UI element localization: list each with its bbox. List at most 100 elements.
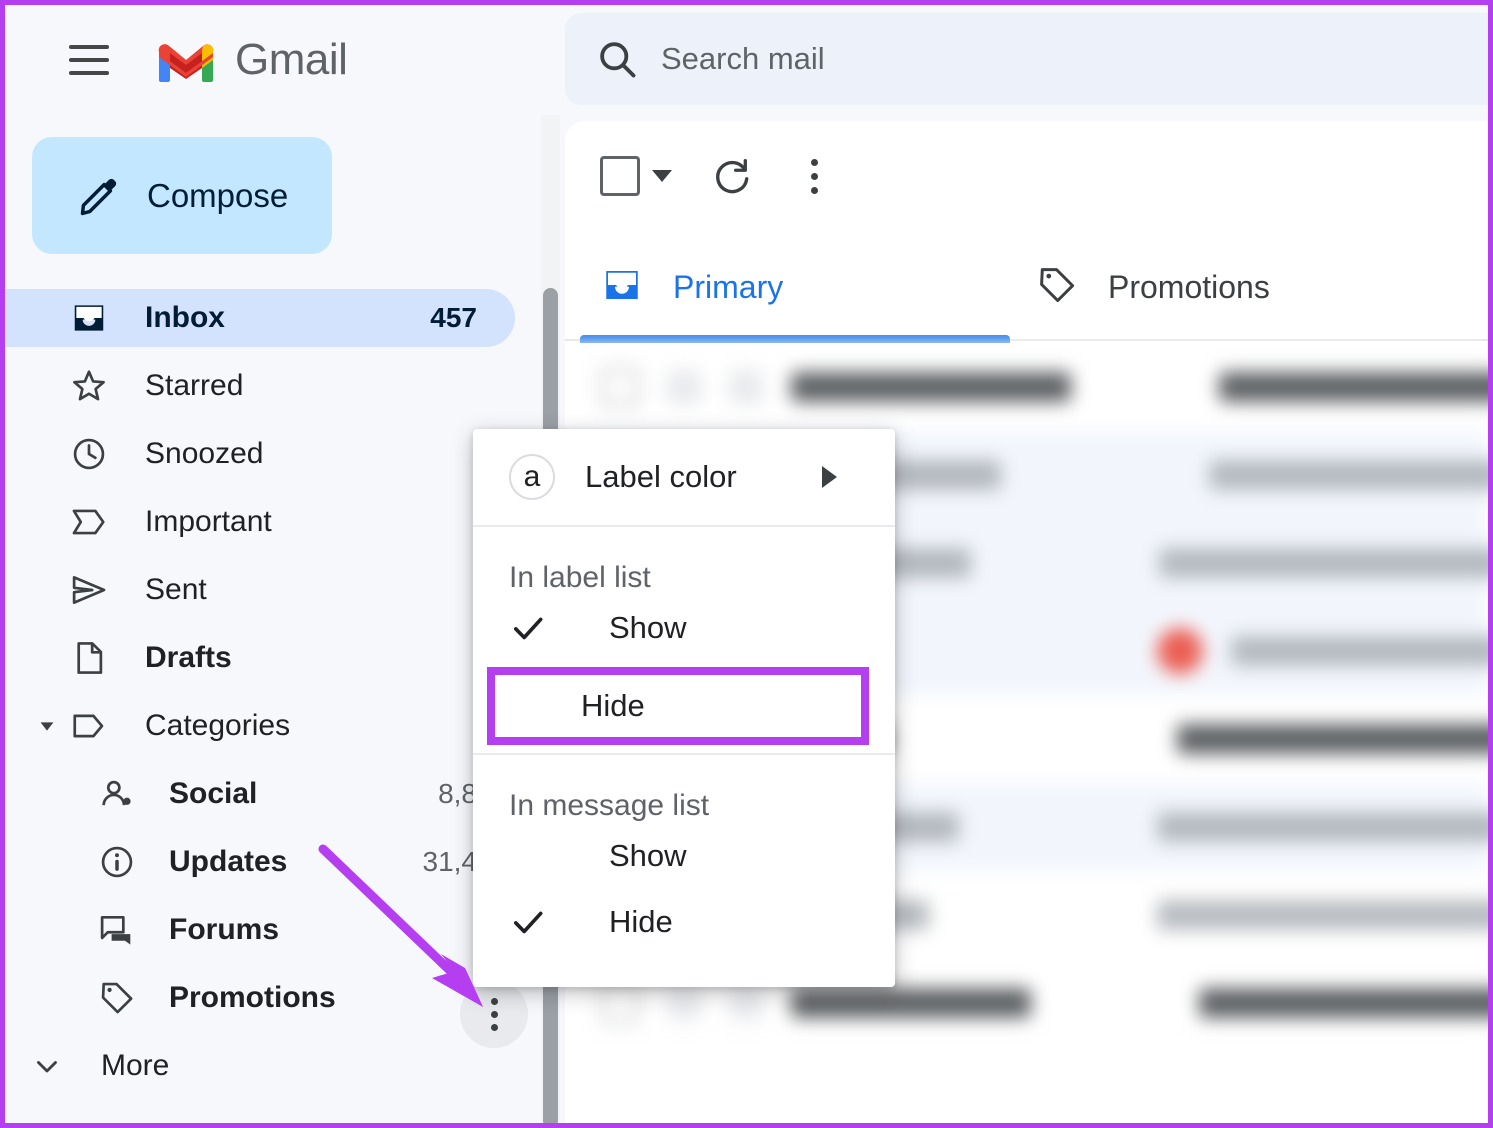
pencil-icon (80, 178, 117, 215)
subject-line (1209, 460, 1488, 490)
menu-option-label: Show (609, 610, 687, 645)
social-count: 8,8 (438, 778, 477, 809)
app-header: Gmail (5, 5, 1488, 115)
important-icon[interactable] (729, 370, 763, 404)
check-icon (509, 903, 553, 941)
search-icon (600, 42, 636, 78)
sidebar-item-starred[interactable]: Starred (5, 357, 515, 415)
inbox-icon (67, 299, 111, 337)
sender-name (791, 988, 1031, 1018)
sidebar-item-label: Important (145, 505, 272, 538)
sidebar-item-updates[interactable]: Updates 31,4 (5, 833, 515, 891)
tab-label: Primary (673, 268, 784, 305)
compose-label: Compose (147, 176, 289, 214)
sidebar-item-social[interactable]: Social 8,8 (5, 765, 515, 823)
menu-item-label-color[interactable]: a Label color (473, 429, 895, 525)
label-color-swatch-icon: a (509, 454, 555, 500)
sidebar-item-promotions[interactable]: Promotions (5, 969, 515, 1027)
avatar (1157, 628, 1203, 674)
important-icon[interactable] (729, 986, 763, 1020)
gmail-logo[interactable]: Gmail (155, 35, 348, 85)
subject-line (1177, 724, 1488, 754)
subject-line (1231, 636, 1488, 666)
sidebar-item-snoozed[interactable]: Snoozed (5, 425, 515, 483)
sidebar-item-drafts[interactable]: Drafts (5, 629, 515, 687)
label-tag-icon (67, 707, 111, 745)
compose-button[interactable]: Compose (32, 137, 332, 254)
gmail-wordmark: Gmail (235, 35, 348, 84)
draft-icon (67, 639, 111, 677)
star-icon (67, 367, 111, 405)
menu-option-show-in-message-list[interactable]: Show (473, 823, 895, 889)
subject-line (1159, 548, 1488, 578)
send-icon (67, 571, 111, 609)
sidebar-item-label: Inbox (145, 301, 225, 334)
mail-toolbar (565, 121, 1488, 231)
sidebar-item-categories[interactable]: Categories (5, 697, 515, 755)
more-vertical-icon[interactable] (792, 154, 836, 198)
hamburger-icon[interactable] (65, 36, 113, 84)
search-input[interactable] (661, 41, 1361, 77)
sidebar-overflow-button[interactable] (460, 980, 528, 1048)
tab-label: Promotions (1108, 268, 1270, 305)
check-icon (509, 609, 553, 647)
table-row[interactable] (565, 343, 1488, 431)
sidebar-item-label: Updates (169, 845, 288, 878)
sidebar-item-label: Snoozed (145, 437, 264, 470)
menu-option-label: Hide (581, 688, 645, 723)
inbox-count: 457 (430, 302, 477, 333)
star-icon[interactable] (667, 370, 701, 404)
subject-line (1157, 900, 1488, 930)
menu-option-hide-in-message-list[interactable]: Hide (473, 889, 895, 955)
inbox-icon (601, 264, 643, 311)
price-tag-icon (1036, 264, 1078, 311)
gmail-m-logo (158, 44, 214, 82)
row-checkbox[interactable] (601, 368, 639, 406)
sidebar-item-important[interactable]: Important (5, 493, 515, 551)
menu-option-show-in-label-list[interactable]: Show (473, 595, 895, 661)
inbox-tabs: Primary Promotions (565, 231, 1488, 343)
sidebar-item-sent[interactable]: Sent (5, 561, 515, 619)
important-icon (67, 503, 111, 541)
updates-count: 31,4 (422, 846, 478, 877)
menu-option-hide-in-label-list[interactable]: Hide (487, 667, 869, 745)
menu-option-label: Show (609, 838, 687, 873)
subject-line (1157, 812, 1488, 842)
label-context-menu: a Label color In label list Show Hide In… (473, 429, 895, 987)
menu-item-label: Label color (585, 459, 737, 494)
forum-icon (95, 911, 139, 949)
price-tag-icon (95, 979, 139, 1017)
active-tab-indicator (580, 335, 1010, 343)
clock-icon (67, 435, 111, 473)
people-icon (95, 775, 139, 813)
sidebar-item-label: Forums (169, 913, 280, 946)
chevron-down-icon (27, 1049, 67, 1083)
select-all-control[interactable] (600, 156, 672, 196)
menu-section-in-message-list: In message list (509, 789, 710, 822)
sidebar-item-label: Social (169, 777, 258, 810)
checkbox-icon[interactable] (600, 156, 640, 196)
refresh-icon[interactable] (710, 154, 754, 198)
sidebar-item-label: Drafts (145, 641, 232, 674)
sidebar-item-inbox[interactable]: Inbox 457 (5, 289, 515, 347)
sidebar-item-forums[interactable]: Forums (5, 901, 515, 959)
sidebar-item-more[interactable]: More (5, 1037, 515, 1095)
sidebar-item-label: Starred (145, 369, 244, 402)
sidebar-item-label: More (101, 1049, 170, 1082)
sidebar-item-label: Promotions (169, 981, 336, 1014)
row-checkbox[interactable] (601, 984, 639, 1022)
tab-promotions[interactable]: Promotions (1000, 231, 1270, 343)
tab-primary[interactable]: Primary (565, 231, 1000, 343)
star-icon[interactable] (667, 986, 701, 1020)
caret-down-icon[interactable] (27, 715, 67, 737)
caret-down-icon[interactable] (652, 170, 672, 182)
sender-name (791, 372, 1071, 402)
menu-section-in-label-list: In label list (509, 561, 651, 594)
caret-right-icon (822, 466, 837, 488)
search-bar[interactable] (565, 13, 1488, 105)
info-icon (95, 843, 139, 881)
sidebar-item-label: Sent (145, 573, 207, 606)
subject-line (1199, 988, 1488, 1018)
menu-option-label: Hide (609, 904, 673, 939)
sidebar-item-label: Categories (145, 709, 291, 742)
